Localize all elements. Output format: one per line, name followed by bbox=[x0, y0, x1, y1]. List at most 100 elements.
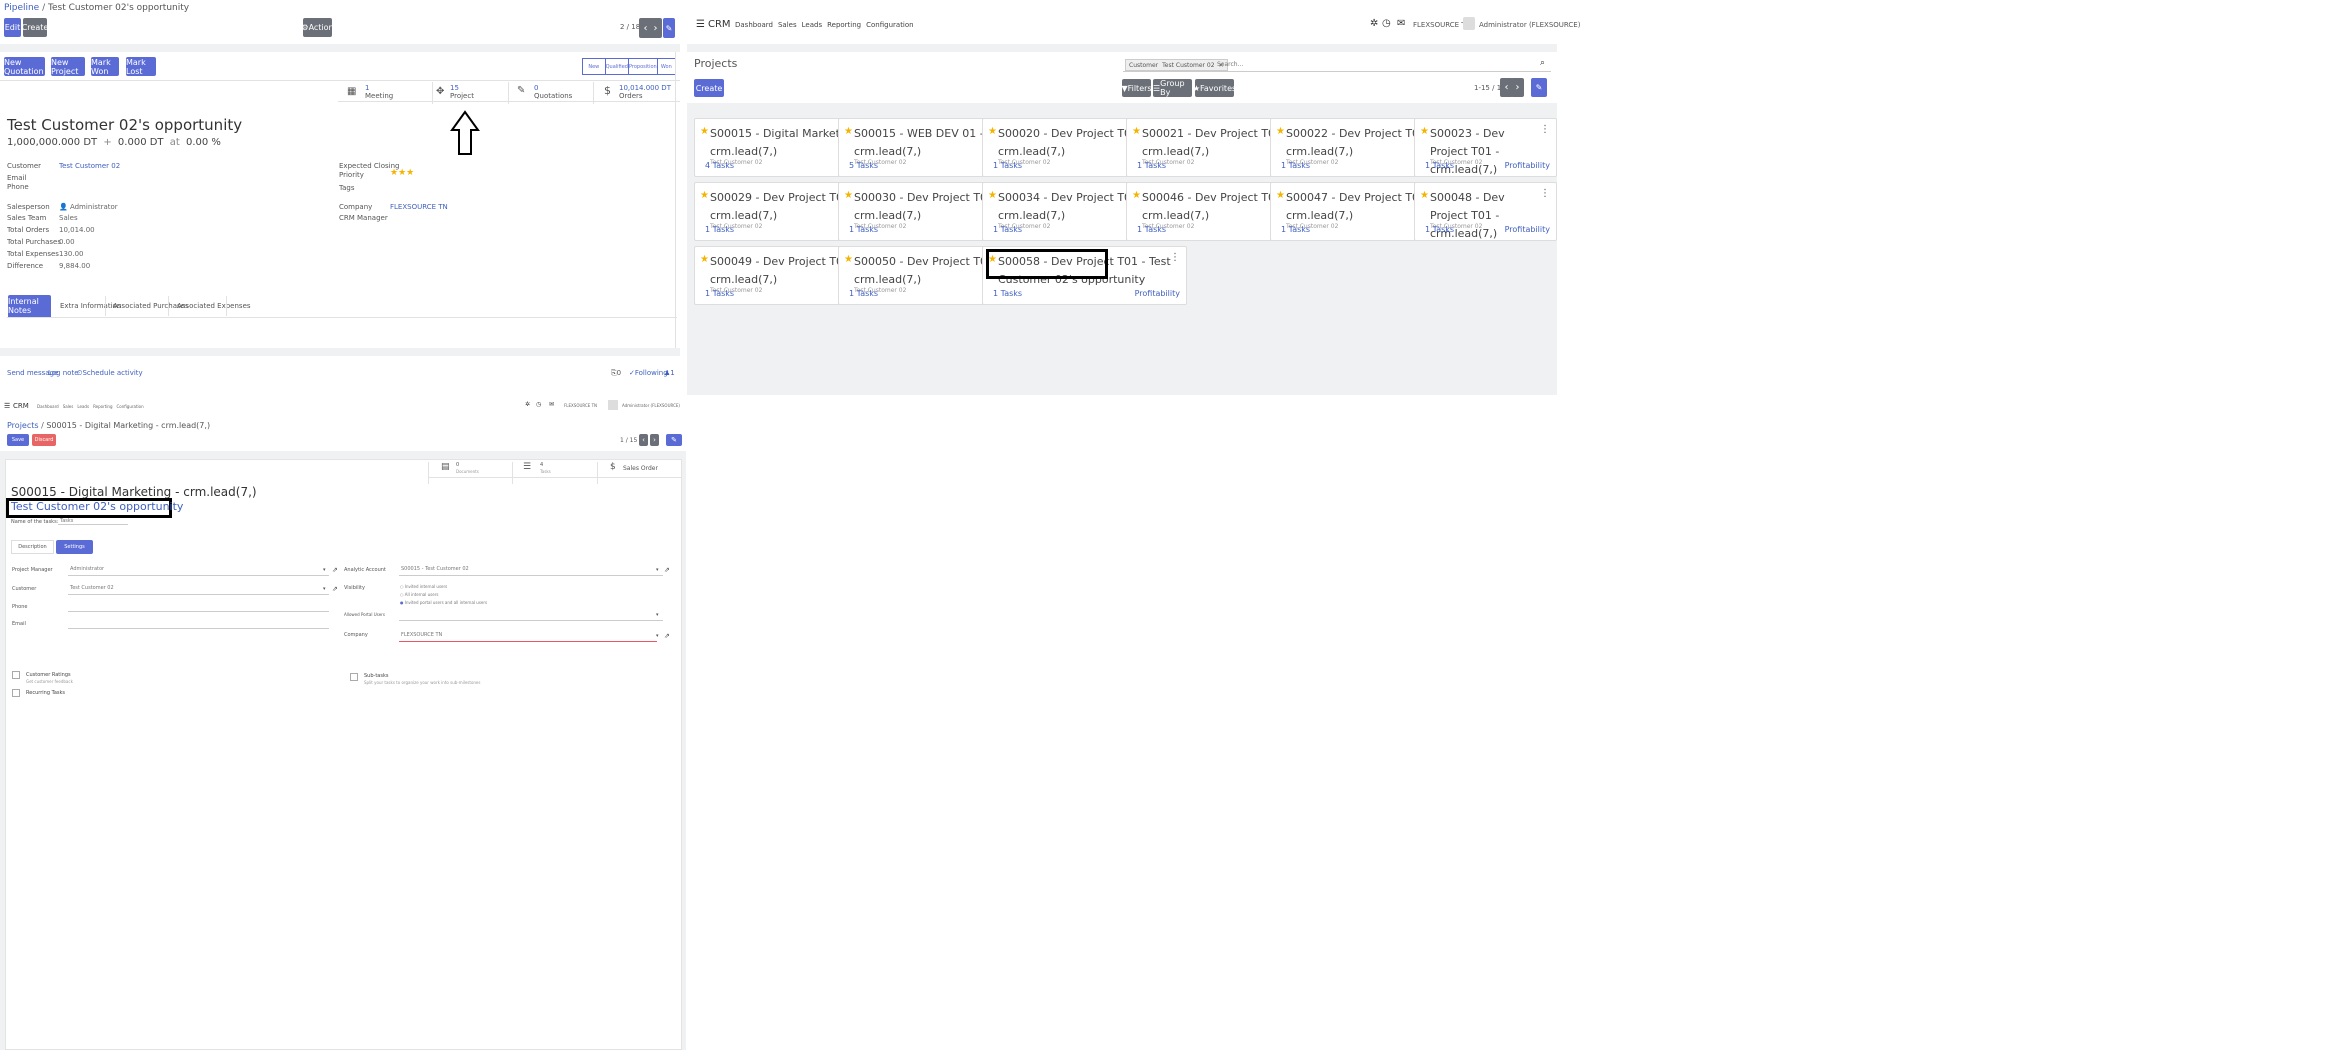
pager-next-button[interactable]: › bbox=[650, 434, 659, 446]
chevron-down-icon[interactable]: ▾ bbox=[323, 586, 326, 592]
schedule-activity-button[interactable]: ⏲Schedule activity bbox=[77, 369, 143, 378]
stat-orders[interactable]: $ 10,014.000 DT Orders bbox=[593, 82, 680, 104]
priority-stars[interactable]: ★★★ bbox=[390, 168, 414, 178]
filters-button[interactable]: ▼ Filters bbox=[1121, 79, 1152, 97]
chat-icon[interactable]: ✉ bbox=[549, 401, 554, 408]
project-card-tasks[interactable]: 1 Tasks bbox=[993, 161, 1022, 170]
new-quotation-button[interactable]: New Quotation bbox=[4, 57, 45, 76]
probability[interactable]: 0.00 % bbox=[186, 137, 221, 148]
stat-sales-order[interactable]: $ Sales Order bbox=[597, 462, 681, 484]
stat-documents[interactable]: ▤ 0 Documents bbox=[428, 462, 512, 484]
project-card-profitability[interactable]: Profitability bbox=[1135, 289, 1180, 298]
project-card-tasks[interactable]: 1 Tasks bbox=[1425, 225, 1454, 234]
kebab-menu-icon[interactable]: ⋮ bbox=[1540, 188, 1550, 199]
mark-lost-button[interactable]: Mark Lost bbox=[126, 57, 156, 76]
star-icon[interactable]: ★ bbox=[988, 126, 997, 137]
create-button[interactable]: Create bbox=[694, 79, 724, 97]
star-icon[interactable]: ★ bbox=[700, 254, 709, 265]
company-input[interactable]: FLEXSOURCE TN bbox=[399, 632, 657, 642]
project-card-tasks[interactable]: 1 Tasks bbox=[1137, 225, 1166, 234]
stat-quotations[interactable]: ✎ 0 Quotations bbox=[508, 82, 592, 104]
kebab-menu-icon[interactable]: ⋮ bbox=[1540, 124, 1550, 135]
app-name[interactable]: CRM bbox=[13, 402, 29, 410]
analytic-account-input[interactable]: S00015 - Test Customer 02 bbox=[399, 566, 663, 576]
project-card-tasks[interactable]: 1 Tasks bbox=[1425, 161, 1454, 170]
stat-project[interactable]: ✥ 15 Project bbox=[432, 82, 512, 104]
project-card-tasks[interactable]: 1 Tasks bbox=[849, 225, 878, 234]
tab-internal-notes[interactable]: Internal Notes bbox=[8, 295, 51, 317]
visibility-option-all-internal[interactable]: ○ All internal users bbox=[400, 592, 438, 597]
external-link-icon[interactable]: ⇗ bbox=[664, 632, 670, 640]
menu-reporting[interactable]: Reporting bbox=[827, 21, 861, 29]
star-icon[interactable]: ★ bbox=[1276, 126, 1285, 137]
star-icon[interactable]: ★ bbox=[844, 190, 853, 201]
visibility-option-invited-internal[interactable]: ○ Invited internal users bbox=[400, 584, 447, 589]
project-card-profitability[interactable]: Profitability bbox=[1505, 225, 1550, 234]
save-button[interactable]: Save bbox=[7, 434, 29, 446]
log-note-button[interactable]: Log note bbox=[48, 369, 79, 377]
visibility-option-portal[interactable]: ● Invited portal users and all internal … bbox=[400, 600, 487, 605]
tab-settings[interactable]: Settings bbox=[56, 540, 93, 554]
stat-tasks[interactable]: ☰ 4 Tasks bbox=[512, 462, 597, 484]
user-menu[interactable]: Administrator (FLEXSOURCE) bbox=[622, 403, 680, 408]
extra-revenue[interactable]: 0.000 DT bbox=[118, 137, 164, 148]
menu-leads[interactable]: Leads bbox=[77, 404, 89, 409]
stage-proposition[interactable]: Proposition bbox=[629, 59, 658, 74]
stage-qualified[interactable]: Qualified bbox=[606, 59, 629, 74]
edit-button[interactable]: Edit bbox=[4, 18, 21, 37]
opportunity-link[interactable]: Test Customer 02's opportunity bbox=[11, 500, 183, 513]
search-input[interactable] bbox=[1217, 59, 1517, 70]
project-card-tasks[interactable]: 1 Tasks bbox=[1281, 161, 1310, 170]
attachment-count[interactable]: ⎘0 bbox=[611, 369, 621, 378]
chat-icon[interactable]: ✉ bbox=[1397, 18, 1405, 29]
action-button[interactable]: ⚙ Action bbox=[301, 18, 334, 37]
menu-dashboard[interactable]: Dashboard bbox=[37, 404, 59, 409]
star-icon[interactable]: ★ bbox=[700, 190, 709, 201]
project-card-tasks[interactable]: 1 Tasks bbox=[993, 225, 1022, 234]
chevron-down-icon[interactable]: ▾ bbox=[323, 567, 326, 573]
pager-next-button[interactable]: › bbox=[1511, 78, 1524, 97]
email-input[interactable] bbox=[68, 620, 329, 629]
bug-icon[interactable]: ✲ bbox=[1370, 18, 1378, 29]
star-icon[interactable]: ★ bbox=[988, 190, 997, 201]
wrench-icon[interactable]: ✎ bbox=[1531, 78, 1547, 97]
chevron-down-icon[interactable]: ▾ bbox=[656, 567, 659, 573]
chevron-down-icon[interactable]: ▾ bbox=[656, 612, 659, 618]
user-menu[interactable]: Administrator (FLEXSOURCE) bbox=[1479, 21, 1580, 29]
search-icon[interactable]: ⌕ bbox=[1540, 58, 1545, 68]
clock-icon[interactable]: ◷ bbox=[536, 401, 541, 408]
expected-revenue[interactable]: 1,000,000.000 DT bbox=[7, 137, 97, 148]
company-value[interactable]: FLEXSOURCE TN bbox=[390, 203, 448, 211]
company-switcher[interactable]: FLEXSOURCE TN bbox=[564, 403, 597, 408]
customer-ratings-checkbox[interactable] bbox=[12, 671, 20, 679]
menu-dashboard[interactable]: Dashboard bbox=[735, 21, 773, 29]
star-icon[interactable]: ★ bbox=[844, 126, 853, 137]
customer-value[interactable]: Test Customer 02 bbox=[59, 162, 120, 170]
sub-tasks-checkbox[interactable] bbox=[350, 673, 358, 681]
recurring-tasks-checkbox[interactable] bbox=[12, 689, 20, 697]
avatar[interactable] bbox=[1463, 17, 1475, 30]
project-card-tasks[interactable]: 1 Tasks bbox=[1281, 225, 1310, 234]
star-icon[interactable]: ★ bbox=[1420, 190, 1429, 201]
external-link-icon[interactable]: ⇗ bbox=[332, 585, 338, 593]
allowed-portal-users-input[interactable] bbox=[399, 611, 663, 621]
pager-next-button[interactable]: › bbox=[649, 18, 662, 38]
menu-configuration[interactable]: Configuration bbox=[866, 21, 913, 29]
star-icon[interactable]: ★ bbox=[1132, 190, 1141, 201]
star-icon[interactable]: ★ bbox=[1276, 190, 1285, 201]
stage-won[interactable]: Won bbox=[658, 59, 675, 74]
project-card-tasks[interactable]: 1 Tasks bbox=[849, 289, 878, 298]
bug-icon[interactable]: ✲ bbox=[525, 401, 530, 408]
group-by-button[interactable]: ☰ Group By bbox=[1153, 79, 1192, 97]
tab-description[interactable]: Description bbox=[11, 540, 54, 554]
star-icon[interactable]: ★ bbox=[700, 126, 709, 137]
new-project-button[interactable]: New Project bbox=[51, 57, 85, 76]
menu-reporting[interactable]: Reporting bbox=[93, 404, 112, 409]
star-icon[interactable]: ★ bbox=[1420, 126, 1429, 137]
menu-leads[interactable]: Leads bbox=[802, 21, 822, 29]
avatar[interactable] bbox=[608, 400, 618, 410]
wrench-icon[interactable]: ✎ bbox=[666, 434, 682, 446]
project-manager-input[interactable]: Administrator bbox=[68, 566, 329, 576]
app-name[interactable]: CRM bbox=[708, 19, 731, 30]
phone-input[interactable] bbox=[68, 603, 329, 612]
